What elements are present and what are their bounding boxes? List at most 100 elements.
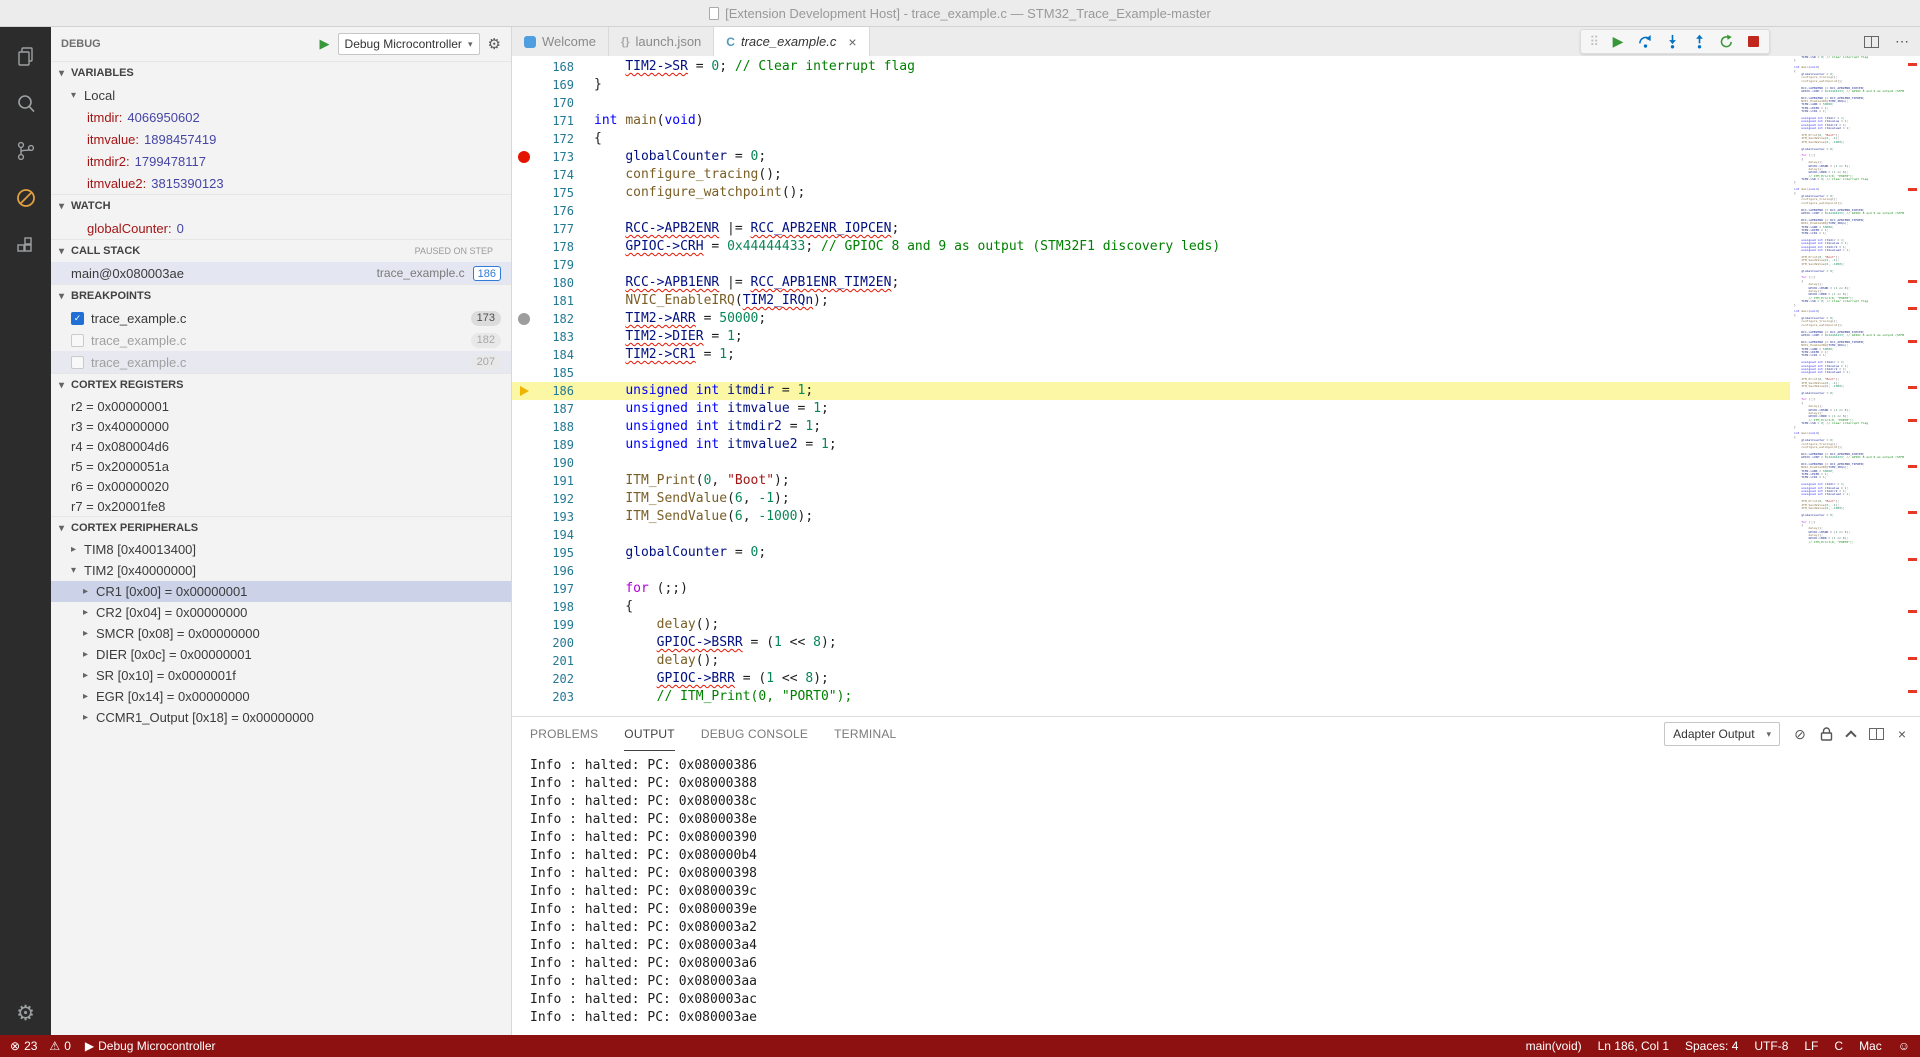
variable-row[interactable]: itmvalue:1898457419 <box>51 128 511 150</box>
register-row[interactable]: r5 = 0x2000051a <box>51 456 511 476</box>
watch-header[interactable]: ▾ WATCH <box>51 195 511 217</box>
code-line[interactable]: 192 ITM_SendValue(6, -1); <box>512 490 1790 508</box>
gutter-glyph[interactable] <box>512 508 536 526</box>
indentation-indicator[interactable]: Spaces: 4 <box>1685 1039 1738 1053</box>
breakpoints-header[interactable]: ▾ BREAKPOINTS <box>51 285 511 307</box>
more-actions-icon[interactable]: ⋯ <box>1895 33 1910 50</box>
peripheral-row[interactable]: ▸SR [0x10] = 0x0000001f <box>51 665 511 686</box>
register-row[interactable]: r4 = 0x080004d6 <box>51 436 511 456</box>
gutter-glyph[interactable] <box>512 364 536 382</box>
drag-handle-icon[interactable]: ⠿ <box>1589 34 1599 50</box>
symbol-indicator[interactable]: main(void) <box>1526 1039 1582 1053</box>
code-line[interactable]: 173 globalCounter = 0; <box>512 148 1790 166</box>
language-indicator[interactable]: C <box>1834 1039 1843 1053</box>
gutter-glyph[interactable] <box>512 454 536 472</box>
gutter-glyph[interactable] <box>512 148 536 166</box>
tab-launch-json[interactable]: {} launch.json <box>609 27 714 56</box>
close-panel-icon[interactable]: × <box>1898 726 1906 742</box>
stop-button[interactable] <box>1745 34 1761 50</box>
maximize-panel-icon[interactable] <box>1845 730 1856 741</box>
code-line[interactable]: 174 configure_tracing(); <box>512 166 1790 184</box>
register-row[interactable]: r2 = 0x00000001 <box>51 396 511 416</box>
gutter-glyph[interactable] <box>512 688 536 706</box>
gutter-glyph[interactable] <box>512 436 536 454</box>
gutter-glyph[interactable] <box>512 526 536 544</box>
gutter-glyph[interactable] <box>512 328 536 346</box>
code-line[interactable]: 191 ITM_Print(0, "Boot"); <box>512 472 1790 490</box>
debug-icon[interactable] <box>0 174 51 221</box>
breakpoint-dot-red[interactable] <box>518 151 530 163</box>
code-line[interactable]: 182 TIM2->ARR = 50000; <box>512 310 1790 328</box>
breakpoint-checkbox[interactable] <box>71 356 84 369</box>
register-row[interactable]: r7 = 0x20001fe8 <box>51 496 511 516</box>
code-line[interactable]: 181 NVIC_EnableIRQ(TIM2_IRQn); <box>512 292 1790 310</box>
gutter-glyph[interactable] <box>512 238 536 256</box>
configure-gear-icon[interactable]: ⚙ <box>488 35 501 53</box>
minimap[interactable]: TIM2->SR = 0; // Clear interrupt flag}in… <box>1794 56 1904 716</box>
peripheral-row[interactable]: ▾TIM2 [0x40000000] <box>51 560 511 581</box>
gutter-glyph[interactable] <box>512 274 536 292</box>
code-line[interactable]: 185 <box>512 364 1790 382</box>
code-line[interactable]: 177 RCC->APB2ENR |= RCC_APB2ENR_IOPCEN; <box>512 220 1790 238</box>
code-line[interactable]: 198 { <box>512 598 1790 616</box>
code-line[interactable]: 193 ITM_SendValue(6, -1000); <box>512 508 1790 526</box>
code-line[interactable]: 194 <box>512 526 1790 544</box>
gutter-glyph[interactable] <box>512 76 536 94</box>
code-line[interactable]: 176 <box>512 202 1790 220</box>
code-line[interactable]: 172{ <box>512 130 1790 148</box>
code-line[interactable]: 179 <box>512 256 1790 274</box>
gutter-glyph[interactable] <box>512 184 536 202</box>
gutter-glyph[interactable] <box>512 490 536 508</box>
debug-config-dropdown[interactable]: Debug Microcontroller ▾ <box>338 33 480 55</box>
code-line[interactable]: 168 TIM2->SR = 0; // Clear interrupt fla… <box>512 58 1790 76</box>
error-count[interactable]: ⊗ 23 ⚠ 0 <box>10 1039 71 1053</box>
gutter-glyph[interactable] <box>512 130 536 148</box>
tab-problems[interactable]: PROBLEMS <box>530 717 598 751</box>
code-line[interactable]: 187 unsigned int itmvalue = 1; <box>512 400 1790 418</box>
code-line[interactable]: 171int main(void) <box>512 112 1790 130</box>
breakpoint-row[interactable]: trace_example.c182 <box>51 329 511 351</box>
split-editor-icon[interactable] <box>1864 36 1879 48</box>
gutter-glyph[interactable] <box>512 346 536 364</box>
code-line[interactable]: 180 RCC->APB1ENR |= RCC_APB1ENR_TIM2EN; <box>512 274 1790 292</box>
tab-debug-console[interactable]: DEBUG CONSOLE <box>701 717 808 751</box>
gutter-glyph[interactable] <box>512 616 536 634</box>
gutter-glyph[interactable] <box>512 112 536 130</box>
start-debug-button[interactable]: ▶ <box>320 36 330 52</box>
gutter-glyph[interactable] <box>512 580 536 598</box>
tab-terminal[interactable]: TERMINAL <box>834 717 896 751</box>
peripheral-row[interactable]: ▸CR2 [0x04] = 0x00000000 <box>51 602 511 623</box>
code-line[interactable]: 169} <box>512 76 1790 94</box>
code-line[interactable]: 189 unsigned int itmvalue2 = 1; <box>512 436 1790 454</box>
code-line[interactable]: 199 delay(); <box>512 616 1790 634</box>
code-editor[interactable]: 168 TIM2->SR = 0; // Clear interrupt fla… <box>512 56 1920 716</box>
code-line[interactable]: 196 <box>512 562 1790 580</box>
code-line[interactable]: 188 unsigned int itmdir2 = 1; <box>512 418 1790 436</box>
variable-row[interactable]: itmdir:4066950602 <box>51 106 511 128</box>
code-line[interactable]: 202 GPIOC->BRR = (1 << 8); <box>512 670 1790 688</box>
platform-indicator[interactable]: Mac <box>1859 1039 1882 1053</box>
breakpoint-dot-gray[interactable] <box>518 313 530 325</box>
code-line[interactable]: 183 TIM2->DIER = 1; <box>512 328 1790 346</box>
search-icon[interactable] <box>0 80 51 127</box>
breakpoint-row[interactable]: trace_example.c207 <box>51 351 511 373</box>
gutter-glyph[interactable] <box>512 292 536 310</box>
encoding-indicator[interactable]: UTF-8 <box>1754 1039 1788 1053</box>
variable-row[interactable]: itmdir2:1799478117 <box>51 150 511 172</box>
output-log[interactable]: Info : halted: PC: 0x08000386Info : halt… <box>512 751 1920 1036</box>
callstack-header[interactable]: ▾ CALL STACK PAUSED ON STEP <box>51 240 511 262</box>
step-over-button[interactable] <box>1637 34 1653 50</box>
stack-frame-row[interactable]: main@0x080003aetrace_example.c186 <box>51 262 511 284</box>
variables-scope-local[interactable]: ▾Local <box>51 84 511 106</box>
peripherals-header[interactable]: ▾ CORTEX PERIPHERALS <box>51 517 511 539</box>
code-line[interactable]: 201 delay(); <box>512 652 1790 670</box>
source-control-icon[interactable] <box>0 127 51 174</box>
gutter-glyph[interactable] <box>512 472 536 490</box>
explorer-icon[interactable] <box>0 33 51 80</box>
code-line[interactable]: 175 configure_watchpoint(); <box>512 184 1790 202</box>
code-line[interactable]: 184 TIM2->CR1 = 1; <box>512 346 1790 364</box>
code-line[interactable]: 203 // ITM_Print(0, "PORT0"); <box>512 688 1790 706</box>
close-icon[interactable]: × <box>848 34 856 50</box>
debug-status[interactable]: ▶ Debug Microcontroller <box>85 1039 216 1053</box>
tab-trace-example[interactable]: C trace_example.c × <box>714 27 869 56</box>
